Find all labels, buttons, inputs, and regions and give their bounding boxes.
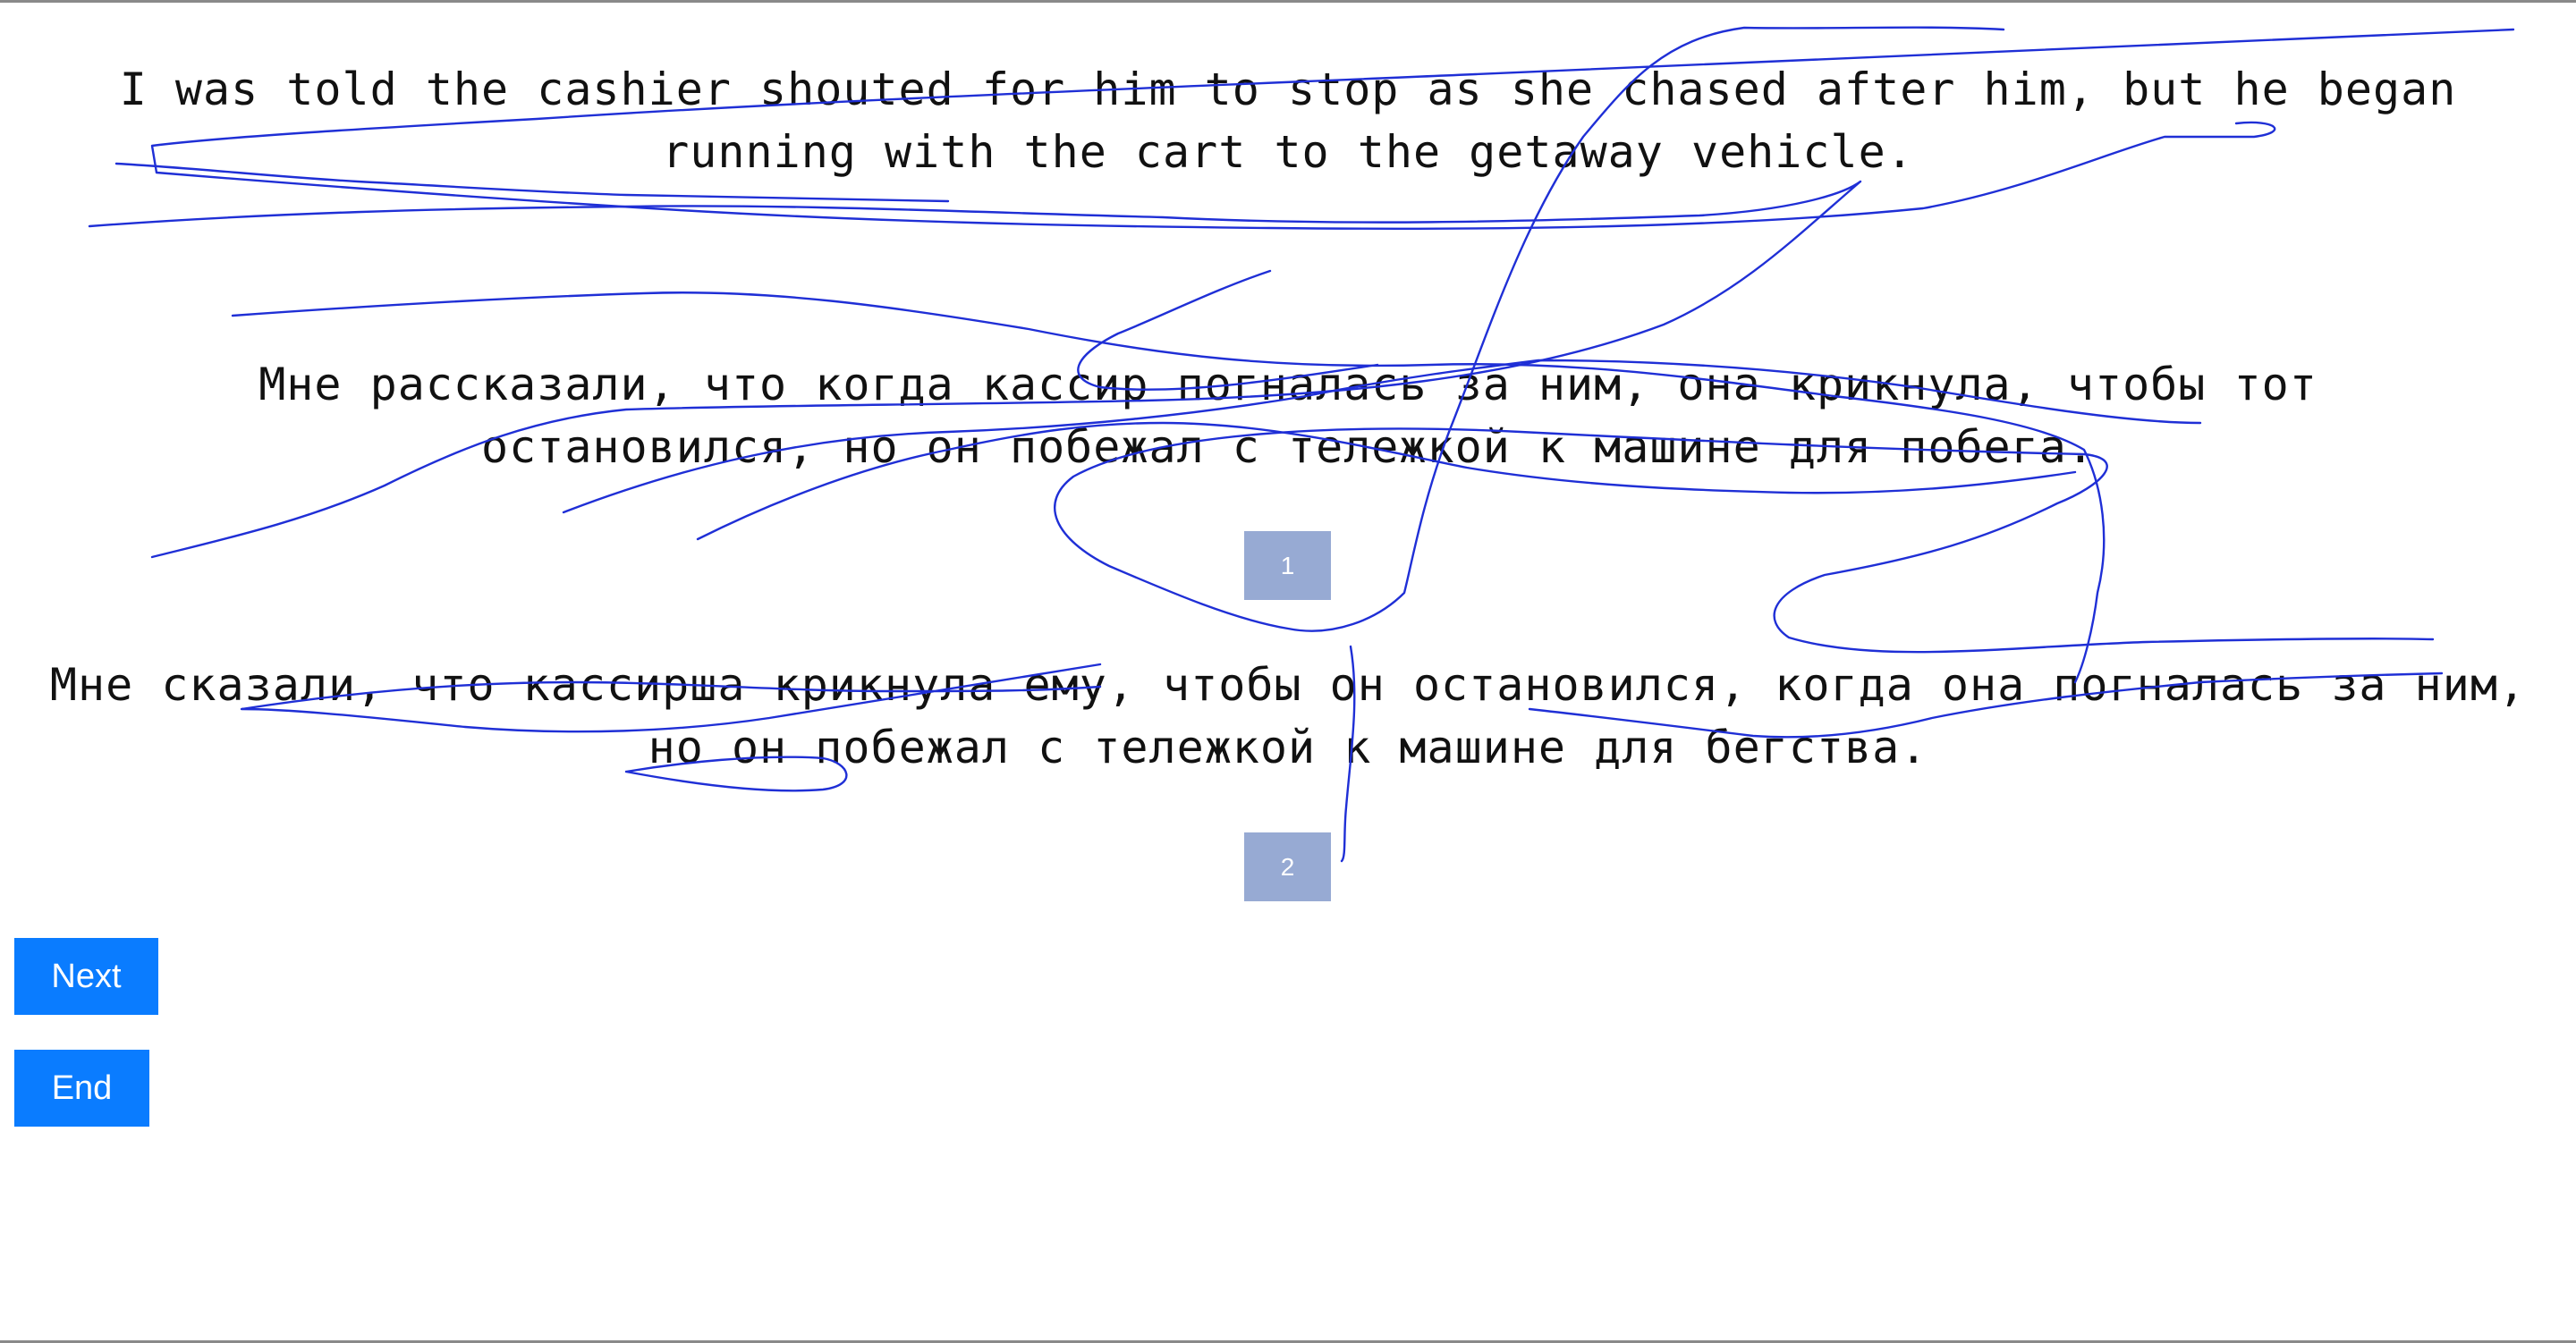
choose-option-2-button[interactable]: 2 xyxy=(1244,832,1331,901)
translation-option-2-text: Мне сказали, что кассирша крикнула ему, … xyxy=(49,659,2527,773)
choose-option-1-button[interactable]: 1 xyxy=(1244,531,1331,600)
next-button[interactable]: Next xyxy=(14,938,158,1015)
source-sentence: I was told the cashier shouted for him t… xyxy=(119,63,2457,178)
translation-option-1-text: Мне рассказали, что когда кассир погнала… xyxy=(258,359,2318,473)
end-button[interactable]: End xyxy=(14,1050,149,1127)
annotation-page: I was told the cashier shouted for him t… xyxy=(0,0,2576,1343)
scribble-stroke xyxy=(231,291,2106,684)
